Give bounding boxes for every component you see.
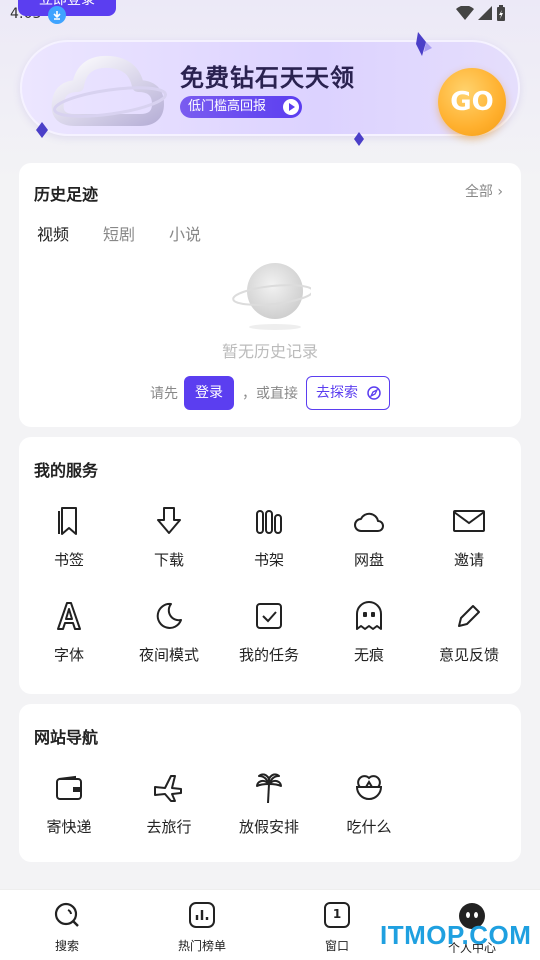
service-label: 意见反馈 xyxy=(438,646,499,664)
download-badge-icon xyxy=(48,6,66,24)
wifi-icon xyxy=(456,6,474,20)
sparkle-icon xyxy=(416,32,432,56)
tab-short-drama[interactable]: 短剧 xyxy=(103,221,135,245)
service-invite[interactable]: 邀请 xyxy=(419,505,519,570)
plane-icon xyxy=(154,775,182,802)
history-title: 历史足迹 xyxy=(34,185,99,204)
cloud-icon xyxy=(354,512,384,532)
status-icons xyxy=(456,5,506,21)
font-icon xyxy=(57,602,81,630)
compass-icon xyxy=(367,386,381,400)
nav-travel[interactable]: 去旅行 xyxy=(119,772,219,837)
tab-search[interactable]: 搜索 xyxy=(17,902,117,954)
nav-label: 放假安排 xyxy=(238,818,299,836)
service-incognito[interactable]: 无痕 xyxy=(319,600,419,665)
watermark-text: ITMOP.COM xyxy=(380,920,532,950)
site-nav-title: 网站导航 xyxy=(34,728,99,747)
service-label: 字体 xyxy=(53,646,84,664)
tab-label: 搜索 xyxy=(54,939,79,953)
login-pill-button[interactable]: 立即登录 xyxy=(18,0,116,16)
empty-moon-icon xyxy=(232,263,311,330)
nav-label: 寄快递 xyxy=(46,818,92,836)
banner-subtitle-text: 低门槛高回报 xyxy=(188,99,267,114)
login-button[interactable]: 登录 xyxy=(184,376,234,410)
palm-tree-icon xyxy=(256,773,282,804)
mail-icon xyxy=(453,510,485,532)
cta-middle: ，或直接 xyxy=(242,386,298,402)
window-count-badge: 1 xyxy=(332,907,342,921)
chart-icon xyxy=(189,902,215,928)
history-tabs: 视频 短剧 小说 xyxy=(37,221,201,245)
nav-food[interactable]: 吃什么 xyxy=(319,772,419,837)
service-feedback[interactable]: 意见反馈 xyxy=(419,600,519,665)
ghost-icon xyxy=(356,601,382,630)
history-cta-row: 请先 登录 ，或直接 去探索 xyxy=(19,376,521,410)
tab-novel[interactable]: 小说 xyxy=(169,221,201,245)
banner-subtitle: 低门槛高回报 xyxy=(180,96,302,118)
service-bookmark[interactable]: 书签 xyxy=(19,505,119,570)
sparkle-icon xyxy=(36,122,48,138)
service-font[interactable]: 字体 xyxy=(19,600,119,665)
tab-hot-list[interactable]: 热门榜单 xyxy=(152,902,252,954)
promo-banner[interactable]: 免费钻石天天领 低门槛高回报 GO xyxy=(20,40,520,136)
service-label: 邀请 xyxy=(453,551,484,569)
service-label: 无痕 xyxy=(353,646,384,664)
cta-prefix: 请先 xyxy=(150,386,178,402)
explore-label: 去探索 xyxy=(316,385,358,401)
tab-label: 热门榜单 xyxy=(177,939,226,953)
tab-label: 窗口 xyxy=(324,939,349,953)
service-label: 网盘 xyxy=(353,551,384,569)
nav-label: 去旅行 xyxy=(146,818,192,836)
explore-button[interactable]: 去探索 xyxy=(306,376,390,410)
battery-icon xyxy=(497,5,505,21)
task-icon xyxy=(256,603,282,629)
service-label: 书架 xyxy=(253,551,284,569)
service-label: 下载 xyxy=(153,551,184,569)
bookshelf-icon xyxy=(256,510,282,534)
moon-icon xyxy=(156,602,182,629)
history-card: 历史足迹 全部 › 视频 短剧 小说 暂无历史记录 请先 登录 ，或直接 去探索 xyxy=(19,163,521,427)
service-label: 书签 xyxy=(53,551,84,569)
feedback-icon xyxy=(458,605,480,627)
sparkle-icon xyxy=(354,132,364,146)
bookmark-icon xyxy=(58,507,77,535)
service-download[interactable]: 下载 xyxy=(119,505,219,570)
history-all-link[interactable]: 全部 › xyxy=(465,181,503,201)
empty-history-text: 暂无历史记录 xyxy=(221,342,318,361)
play-icon xyxy=(283,99,299,115)
service-bookshelf[interactable]: 书架 xyxy=(219,505,319,570)
tab-window[interactable]: 1 窗口 xyxy=(287,902,387,954)
nav-label: 吃什么 xyxy=(346,818,392,836)
service-night-mode[interactable]: 夜间模式 xyxy=(119,600,219,665)
cloud-illustration-icon xyxy=(51,55,167,126)
tab-video[interactable]: 视频 xyxy=(37,221,69,245)
search-icon xyxy=(54,902,79,927)
download-icon xyxy=(157,507,181,534)
service-label: 夜间模式 xyxy=(138,646,199,664)
wallet-icon xyxy=(56,775,82,800)
bowl-icon xyxy=(355,775,383,800)
nav-holiday[interactable]: 放假安排 xyxy=(219,772,319,837)
signal-icon xyxy=(478,6,492,20)
service-label: 我的任务 xyxy=(238,646,299,664)
service-cloud[interactable]: 网盘 xyxy=(319,505,419,570)
go-button[interactable]: GO xyxy=(438,68,506,136)
services-title: 我的服务 xyxy=(34,461,99,480)
banner-title: 免费钻石天天领 xyxy=(180,64,355,92)
site-nav-card: 网站导航 寄快递 去旅行 放假安排 吃什么 xyxy=(19,704,521,862)
services-card: 我的服务 书签 下载 书架 网盘 邀请 字体 夜间模式 我的任务 无痕 意见反馈 xyxy=(19,437,521,694)
nav-express[interactable]: 寄快递 xyxy=(19,772,119,837)
service-tasks[interactable]: 我的任务 xyxy=(219,600,319,665)
